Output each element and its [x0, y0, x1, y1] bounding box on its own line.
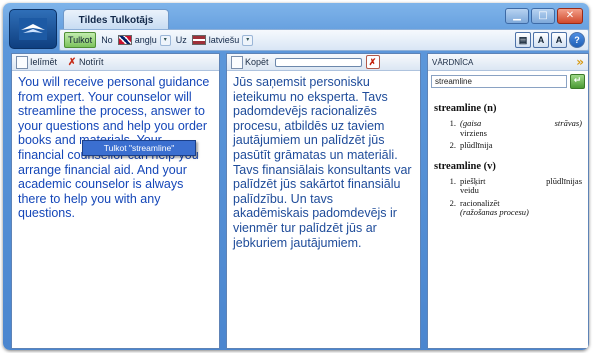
window-title: Tildes Tulkotājs: [63, 9, 169, 30]
copy-button[interactable]: Kopēt: [231, 55, 269, 69]
clear-source-button[interactable]: ✗ Notīrīt: [67, 57, 104, 68]
to-language-dropdown-icon[interactable]: ▾: [242, 34, 254, 46]
logo-icon: [19, 18, 47, 40]
forward-icon[interactable]: »: [576, 56, 584, 68]
app-window: Tildes Tulkotājs ▁ □ ✕ Tulkot No angļu ▾…: [3, 3, 589, 350]
dictionary-sense: 1. (gaisa strāvas) virziens: [434, 118, 582, 138]
maximize-button[interactable]: □: [531, 8, 555, 24]
dictionary-sense: 2. plūdlīnija: [434, 140, 582, 151]
from-language-dropdown-icon[interactable]: ▾: [159, 34, 171, 46]
dictionary-sense: 1. piešķirt plūdlīnijas veidu: [434, 175, 582, 196]
target-pane: Kopēt ✗ Jūs saņemsit personisku ieteikum…: [226, 53, 421, 349]
paste-icon: [16, 55, 28, 69]
sense-text-continued: (ražošanas procesu): [460, 207, 529, 217]
copy-label: Kopēt: [245, 57, 269, 67]
dictionary-search-input[interactable]: [431, 75, 567, 88]
sense-body: (gaisa strāvas) virziens: [460, 118, 582, 138]
from-language-select[interactable]: angļu: [135, 35, 157, 45]
sense-text-right: strāvas): [554, 118, 582, 128]
view-layout-icon[interactable]: ▤: [515, 32, 531, 48]
latvian-flag-icon: [191, 35, 206, 45]
dictionary-sense: 2. racionalizēt (ražošanas procesu): [434, 197, 582, 218]
font-decrease-icon[interactable]: A: [551, 32, 567, 48]
sense-number: 2.: [449, 197, 456, 208]
to-label: Uz: [175, 35, 187, 45]
english-flag-icon: [117, 35, 132, 45]
translate-button[interactable]: Tulkot: [64, 32, 97, 48]
font-increase-icon[interactable]: A: [533, 32, 549, 48]
sense-body: piešķirt plūdlīnijas veidu: [460, 175, 582, 196]
sense-number: 1.: [449, 175, 456, 186]
close-button[interactable]: ✕: [557, 8, 583, 24]
paste-label: Ielīmēt: [30, 57, 58, 67]
to-language-select[interactable]: latviešu: [209, 35, 240, 45]
paste-button[interactable]: Ielīmēt: [16, 55, 58, 69]
sense-text-continued: veidu: [460, 185, 479, 195]
toolbar-right-icons: ▤ A A ?: [515, 32, 585, 48]
sense-text-continued: virziens: [460, 127, 487, 138]
app-logo: [9, 9, 57, 49]
progress-indicator: [274, 57, 362, 67]
copy-icon: [231, 55, 243, 69]
clear-label: Notīrīt: [79, 57, 104, 67]
window-controls: ▁ □ ✕: [505, 8, 583, 24]
dictionary-results: streamline (n) 1. (gaisa strāvas) virzie…: [428, 89, 588, 218]
dictionary-pane: VĀRDNĪCA » ↵ streamline (n) 1. (gaisa st…: [427, 53, 589, 349]
source-pane: Ielīmēt ✗ Notīrīt You will receive perso…: [11, 53, 220, 349]
dictionary-entry-head: streamline (v): [434, 160, 496, 172]
help-icon[interactable]: ?: [569, 32, 585, 48]
sense-text-right: plūdlīnijas: [546, 175, 582, 186]
search-go-icon[interactable]: ↵: [570, 74, 585, 89]
source-pane-header: Ielīmēt ✗ Notīrīt: [12, 54, 219, 71]
sense-text: plūdlīnija: [460, 140, 493, 150]
target-pane-header: Kopēt ✗: [227, 54, 420, 71]
translation-text: Jūs saņemsit personisku ieteikumu no eks…: [233, 75, 412, 250]
clear-target-button[interactable]: ✗: [365, 55, 380, 69]
clear-icon: ✗: [67, 56, 77, 68]
minimize-button[interactable]: ▁: [505, 8, 529, 24]
dictionary-entry-head: streamline (n): [434, 103, 497, 114]
sense-number: 2.: [449, 140, 456, 150]
toolbar: Tulkot No angļu ▾ Uz latviešu ▾ ▤ A A ?: [59, 29, 589, 51]
from-label: No: [101, 35, 113, 45]
dictionary-header: VĀRDNĪCA »: [428, 54, 588, 71]
dictionary-search-row: ↵: [428, 71, 588, 89]
sense-body: racionalizēt (ražošanas procesu): [460, 198, 582, 218]
context-menu-translate-word[interactable]: Tulkot "streamline": [82, 140, 196, 156]
dictionary-title: VĀRDNĪCA: [432, 57, 474, 67]
sense-number: 1.: [449, 118, 456, 128]
